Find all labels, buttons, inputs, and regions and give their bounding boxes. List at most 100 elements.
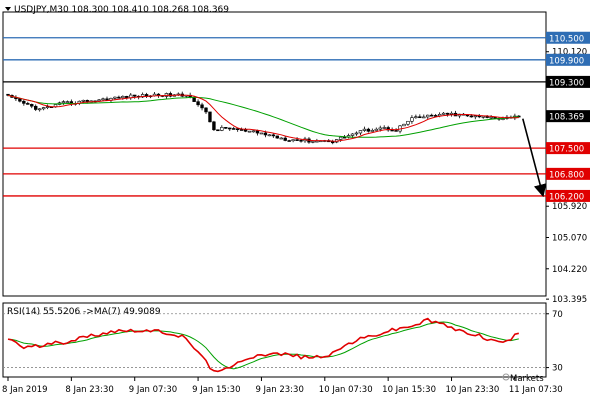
candle-body — [315, 140, 319, 143]
candle-body — [382, 127, 386, 129]
current-price-badge: 108.369 — [549, 113, 584, 123]
candle-body — [291, 139, 295, 142]
rsi-title: RSI(14) 55.5206 ->MA(7) 49.9089 — [7, 307, 161, 317]
candle-body — [125, 95, 129, 99]
candle-body — [410, 117, 414, 122]
candle-body — [295, 139, 299, 141]
candle-body — [97, 99, 101, 102]
price-tick-label: 105.070 — [552, 234, 587, 244]
candle-body — [414, 116, 418, 119]
candle-body — [283, 137, 287, 141]
candle-body — [426, 114, 430, 118]
candle-body — [378, 127, 382, 130]
candle-body — [121, 95, 125, 99]
rsi-tick-label: 70 — [552, 310, 563, 320]
candle-body — [220, 127, 224, 131]
candle-body — [212, 121, 216, 131]
candle-body — [370, 130, 375, 132]
candle-body — [18, 98, 22, 102]
candle-body — [445, 112, 450, 115]
candle-body — [208, 111, 212, 123]
candle-body — [26, 103, 30, 105]
candle-body — [224, 127, 228, 129]
candle-body — [402, 123, 406, 127]
candle-body — [113, 96, 117, 99]
candle-body — [192, 96, 196, 102]
trading-chart: USDJPY,M30 108.300 108.410 108.268 108.3… — [2, 5, 590, 395]
candle-body — [41, 107, 46, 110]
time-tick-label: 10 Jan 23:30 — [446, 385, 500, 395]
candle-body — [394, 130, 398, 132]
candle-body — [430, 114, 434, 117]
time-tick-label: 10 Jan 07:30 — [319, 385, 373, 395]
candle-body — [255, 130, 260, 134]
candle-body — [117, 96, 121, 99]
level-badge-5: 106.200 — [549, 192, 584, 202]
candle-body — [441, 112, 446, 115]
candle-body — [299, 139, 303, 142]
candle-body — [342, 136, 347, 139]
level-badge-1: 109.900 — [549, 56, 584, 66]
candle-body — [259, 132, 264, 135]
candle-body — [196, 101, 200, 106]
candle-body — [350, 133, 355, 136]
candle-body — [200, 104, 204, 109]
candle-body — [251, 130, 256, 133]
level-badge-3: 107.500 — [549, 145, 584, 155]
symbol-title: USDJPY,M30 108.300 108.410 108.268 108.3… — [14, 5, 229, 15]
candle-body — [216, 129, 220, 132]
candle-body — [331, 141, 335, 144]
time-tick-label: 11 Jan 07:30 — [509, 385, 563, 395]
price-tick-label: 103.395 — [552, 295, 587, 305]
candle-body — [235, 128, 240, 130]
candle-body — [34, 105, 38, 110]
candle-body — [358, 130, 363, 134]
candle-body — [243, 129, 248, 132]
candle-body — [362, 128, 367, 131]
time-tick-label: 9 Jan 15:30 — [192, 385, 240, 395]
rsi-tick-label: 30 — [552, 364, 563, 374]
candle-body — [374, 128, 378, 131]
candle-body — [481, 116, 485, 118]
candle-body — [133, 94, 137, 97]
time-tick-label: 9 Jan 07:30 — [129, 385, 177, 395]
candle-body — [228, 127, 232, 130]
candle-body — [354, 132, 359, 135]
candle-body — [271, 134, 276, 137]
candle-body — [263, 132, 268, 136]
candle-body — [311, 141, 315, 143]
candle-body — [204, 107, 208, 113]
candle-body — [469, 115, 474, 118]
candle-body — [422, 116, 426, 119]
level-badge-0: 110.500 — [549, 34, 584, 44]
price-tick-label: 105.920 — [552, 202, 587, 212]
price-tick-label: 104.220 — [552, 265, 587, 275]
candle-body — [101, 98, 105, 101]
candle-body — [275, 135, 279, 139]
candle-body — [489, 116, 493, 119]
watermark-text: Markets — [510, 374, 544, 384]
time-tick-label: 9 Jan 23:30 — [255, 385, 303, 395]
candle-body — [232, 128, 236, 130]
candle-body — [45, 106, 50, 109]
dropdown-triangle-icon[interactable] — [5, 7, 11, 11]
candle-body — [433, 115, 438, 117]
candle-body — [406, 120, 410, 125]
candle-body — [473, 115, 477, 118]
candle-body — [22, 100, 26, 104]
candle-body — [338, 136, 343, 140]
candle-body — [239, 129, 244, 131]
candle-body — [81, 99, 85, 102]
price-panel — [2, 11, 547, 297]
candle-body — [30, 104, 34, 107]
level-badge-2: 109.300 — [549, 78, 584, 88]
time-tick-label: 8 Jan 2019 — [2, 385, 48, 395]
candle-body — [279, 137, 283, 140]
candle-body — [366, 128, 371, 132]
candle-body — [267, 134, 272, 137]
level-badge-4: 106.800 — [549, 170, 584, 180]
candle-body — [390, 129, 394, 132]
candle-body — [418, 116, 422, 119]
candle-body — [65, 101, 70, 103]
candle-body — [37, 108, 42, 111]
